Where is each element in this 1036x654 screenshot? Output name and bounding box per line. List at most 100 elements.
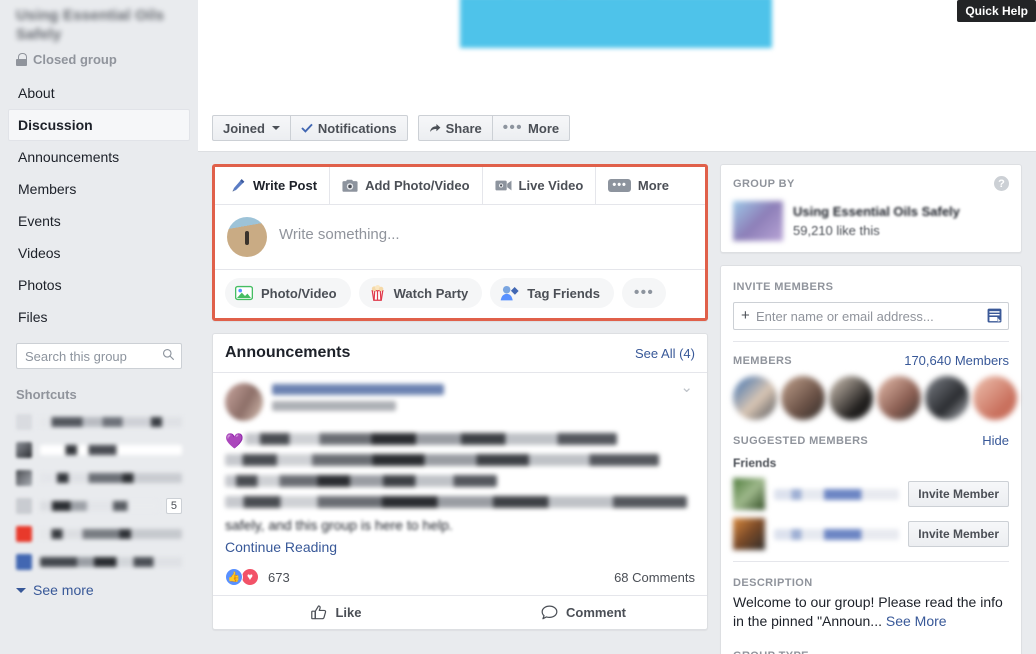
group-by-page[interactable]: Using Essential Oils Safely 59,210 like … bbox=[733, 201, 1009, 241]
continue-reading-link[interactable]: Continue Reading bbox=[225, 537, 695, 558]
shortcut-item[interactable] bbox=[8, 520, 190, 548]
more-button[interactable]: ••• More bbox=[492, 115, 571, 141]
joined-button[interactable]: Joined bbox=[212, 115, 291, 141]
sidebar-nav: About Discussion Announcements Members E… bbox=[8, 77, 190, 333]
see-all-announcements-link[interactable]: See All (4) bbox=[635, 346, 695, 361]
right-rail: Group by ? Using Essential Oils Safely 5… bbox=[720, 164, 1022, 654]
group-privacy-text: Closed group bbox=[33, 52, 117, 67]
lock-icon bbox=[16, 53, 27, 66]
left-sidebar: Using Essential Oils Safely Closed group… bbox=[0, 0, 198, 654]
pencil-icon bbox=[232, 179, 245, 192]
see-more-label: See more bbox=[33, 582, 94, 598]
sidebar-item-announcements[interactable]: Announcements bbox=[8, 141, 190, 173]
shortcut-label bbox=[40, 445, 182, 455]
suggested-member-row: Invite Member bbox=[733, 518, 1009, 550]
group-title: Using Essential Oils Safely bbox=[16, 7, 165, 43]
shortcut-item[interactable] bbox=[8, 464, 190, 492]
like-button[interactable]: Like bbox=[213, 596, 460, 629]
post-author-avatar[interactable] bbox=[225, 383, 263, 421]
help-icon[interactable]: ? bbox=[994, 176, 1009, 191]
comment-count[interactable]: 68 Comments bbox=[614, 570, 695, 585]
more-label: More bbox=[528, 120, 560, 136]
shortcut-label bbox=[40, 473, 182, 483]
member-avatar[interactable] bbox=[733, 376, 777, 420]
user-avatar[interactable] bbox=[227, 217, 267, 257]
invite-members-input[interactable] bbox=[733, 302, 1009, 330]
members-count[interactable]: 170,640 Members bbox=[904, 353, 1009, 368]
member-avatar[interactable] bbox=[925, 376, 969, 420]
post-text-line bbox=[245, 433, 617, 445]
suggested-member-avatar[interactable] bbox=[733, 518, 765, 550]
sidebar-item-photos[interactable]: Photos bbox=[8, 269, 190, 301]
tab-composer-more[interactable]: ••• More bbox=[596, 167, 681, 204]
shortcut-item[interactable] bbox=[8, 436, 190, 464]
quick-help-tooltip[interactable]: Quick Help bbox=[957, 0, 1036, 22]
invite-member-button[interactable]: Invite Member bbox=[908, 521, 1009, 547]
share-arrow-icon bbox=[429, 123, 441, 132]
address-book-icon[interactable] bbox=[987, 308, 1002, 323]
description-section: Description Welcome to our group! Please… bbox=[721, 562, 1021, 642]
members-card: Invite Members + bbox=[720, 265, 1022, 654]
tag-friends-icon bbox=[500, 285, 519, 301]
post-stats: 👍 ♥ 673 68 Comments bbox=[225, 558, 695, 595]
description-see-more-link[interactable]: See More bbox=[886, 613, 947, 629]
member-avatar[interactable] bbox=[781, 376, 825, 420]
page-likes: 59,210 like this bbox=[793, 223, 880, 238]
see-more-shortcuts[interactable]: See more bbox=[8, 576, 190, 604]
page-name: Using Essential Oils Safely bbox=[793, 204, 960, 219]
search-input[interactable] bbox=[16, 343, 182, 369]
photo-video-label: Photo/Video bbox=[261, 285, 337, 301]
check-icon bbox=[301, 123, 313, 133]
notifications-button[interactable]: Notifications bbox=[290, 115, 408, 141]
camera-icon bbox=[342, 179, 358, 192]
tab-add-photo-video[interactable]: Add Photo/Video bbox=[330, 167, 483, 204]
post-options-chevron-icon[interactable]: ⌄ bbox=[678, 380, 695, 395]
ellipsis-icon: ••• bbox=[502, 119, 524, 136]
member-avatar[interactable] bbox=[829, 376, 873, 420]
cover-banner-text bbox=[468, 4, 768, 42]
love-reaction-icon: ♥ bbox=[241, 568, 259, 586]
suggested-member-name[interactable] bbox=[774, 528, 900, 540]
tab-write-post[interactable]: Write Post bbox=[219, 167, 331, 204]
comment-button[interactable]: Comment bbox=[460, 596, 707, 629]
sidebar-item-files[interactable]: Files bbox=[8, 301, 190, 333]
share-more-group: Share ••• More bbox=[417, 115, 571, 141]
tab-write-post-label: Write Post bbox=[253, 178, 318, 193]
suggested-header: Suggested Members Hide bbox=[733, 433, 1009, 448]
photo-video-button[interactable]: Photo/Video bbox=[225, 278, 351, 308]
watch-party-button[interactable]: Watch Party bbox=[358, 278, 483, 308]
sidebar-item-about[interactable]: About bbox=[8, 77, 190, 109]
main-column: Quick Help Joined Notifications Share ••… bbox=[198, 0, 1036, 654]
shortcut-item[interactable] bbox=[8, 408, 190, 436]
members-section: Members 170,640 Members bbox=[721, 342, 1021, 431]
group-cover-area: Joined Notifications Share ••• More bbox=[198, 0, 1036, 152]
share-button[interactable]: Share bbox=[417, 115, 493, 141]
post-author-name[interactable] bbox=[272, 384, 444, 395]
invite-members-section: Invite Members + bbox=[721, 266, 1021, 341]
tab-live-video[interactable]: Live Video bbox=[483, 167, 597, 204]
sidebar-item-members[interactable]: Members bbox=[8, 173, 190, 205]
description-text: Welcome to our group! Please read the in… bbox=[733, 593, 1009, 631]
reaction-summary[interactable]: 👍 ♥ 673 bbox=[225, 568, 290, 586]
invite-members-label: Invite Members bbox=[733, 281, 834, 293]
chevron-down-icon bbox=[16, 587, 26, 593]
sidebar-item-discussion[interactable]: Discussion bbox=[8, 109, 190, 141]
tag-friends-button[interactable]: Tag Friends bbox=[490, 278, 614, 308]
composer-input[interactable]: Write something... bbox=[279, 217, 400, 243]
joined-label: Joined bbox=[223, 120, 265, 136]
post-footer-actions: Like Comment bbox=[213, 595, 707, 629]
shortcut-item[interactable]: 5 bbox=[8, 492, 190, 520]
feed-column: Write Post Add Photo/Video Live Video ••… bbox=[212, 164, 708, 630]
composer-more-options-button[interactable]: ••• bbox=[621, 278, 667, 308]
shortcut-item[interactable] bbox=[8, 548, 190, 576]
member-avatar[interactable] bbox=[973, 376, 1017, 420]
composer-body: Write something... bbox=[215, 205, 705, 269]
sidebar-item-events[interactable]: Events bbox=[8, 205, 190, 237]
hide-suggested-link[interactable]: Hide bbox=[982, 433, 1009, 448]
member-avatar[interactable] bbox=[877, 376, 921, 420]
suggested-member-name[interactable] bbox=[774, 488, 900, 500]
suggested-member-avatar[interactable] bbox=[733, 478, 765, 510]
page-info: Using Essential Oils Safely 59,210 like … bbox=[793, 204, 960, 238]
invite-member-button[interactable]: Invite Member bbox=[908, 481, 1009, 507]
sidebar-item-videos[interactable]: Videos bbox=[8, 237, 190, 269]
